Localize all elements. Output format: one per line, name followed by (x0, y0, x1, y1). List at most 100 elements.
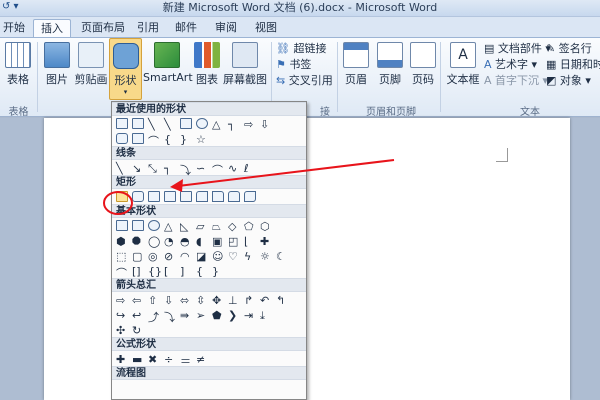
signature-button[interactable]: ✎ 签名行 (546, 42, 592, 56)
quickparts-button[interactable]: ▤ 文档部件 ▾ (484, 42, 551, 56)
curved-down-arrow-icon[interactable]: ⤵ (164, 309, 176, 324)
arrow-down-shape-icon[interactable]: ⇩ (260, 118, 272, 131)
double-arrow-line-icon[interactable]: ⤡ (148, 162, 160, 175)
vertical-textbox-shape-icon[interactable] (132, 118, 144, 129)
striped-right-arrow-icon[interactable]: ⇛ (180, 309, 192, 322)
block-arc-shape-icon[interactable]: ◠ (180, 250, 192, 263)
donut-shape-icon[interactable]: ◎ (148, 250, 160, 263)
oval-shape-icon[interactable] (148, 220, 160, 231)
tab-references[interactable]: 引用 (134, 19, 162, 37)
left-up-arrow-shape-icon[interactable]: ↰ (276, 294, 288, 307)
no-symbol-shape-icon[interactable]: ⊘ (164, 250, 176, 263)
bookmark-button[interactable]: ⚑ 书签 (276, 58, 311, 72)
down-arrow-callout-icon[interactable]: ⤓ (260, 309, 272, 322)
quad-arrow-shape-icon[interactable]: ✥ (212, 294, 224, 307)
tab-review[interactable]: 审阅 (212, 19, 240, 37)
textbox-shape-icon[interactable] (116, 118, 128, 129)
right-arrow-callout-icon[interactable]: ⇥ (244, 309, 256, 322)
double-brace-shape-icon[interactable]: {} (148, 265, 162, 278)
hyperlink-button[interactable]: ⛓ 超链接 (276, 42, 326, 56)
bracket-shape-icon[interactable]: } (180, 133, 192, 146)
triangle-shape-icon[interactable]: △ (212, 118, 224, 131)
elbow-connector-icon[interactable]: ┐ (228, 118, 240, 131)
frame-shape-icon[interactable]: ▣ (212, 235, 224, 248)
scribble-shape-icon[interactable]: ℓ (244, 162, 256, 175)
arrow-line-shape-icon[interactable]: ↘ (132, 162, 144, 175)
rounded-rectangle-shape-icon[interactable] (116, 133, 128, 144)
vertical-textbox-shape-icon[interactable] (132, 220, 144, 231)
left-right-up-arrow-icon[interactable]: ⊥ (228, 294, 240, 307)
right-bracket-shape-icon[interactable]: ] (180, 265, 192, 278)
sun-shape-icon[interactable]: ☼ (260, 250, 272, 263)
triangle-shape-icon[interactable]: △ (164, 220, 176, 233)
rounded-rectangle-shape-icon[interactable] (132, 191, 144, 202)
rectangle-shape-icon[interactable] (132, 133, 144, 144)
footer-button[interactable]: 页脚 (376, 42, 404, 87)
shapes-gallery[interactable]: 最近使用的形状 ╲ ╲ △ ┐ ⇨ ⇩ ⌒ {} ☆ 线条 ╲ ↘ ⤡ ┐ ⤵ ∽ ⌒ ∿ ℓ 矩形 基本形状… (111, 101, 307, 400)
screenshot-button[interactable]: 屏幕截图 (222, 42, 268, 87)
divide-shape-icon[interactable]: ÷ (164, 353, 176, 366)
round-snip-rectangle-icon[interactable] (196, 191, 208, 202)
textbox-shape-icon[interactable] (116, 220, 128, 231)
curve-shape-icon[interactable]: ⌒ (212, 162, 224, 177)
chart-button[interactable]: 图表 (192, 42, 222, 87)
curved-connector-icon[interactable]: ∽ (196, 162, 208, 175)
trapezoid-shape-icon[interactable]: ⏢ (212, 220, 224, 233)
up-down-arrow-shape-icon[interactable]: ⇳ (196, 294, 208, 307)
left-arrow-shape-icon[interactable]: ⇦ (132, 294, 144, 307)
l-shape-icon[interactable]: ⌊ (244, 235, 256, 248)
wordart-button[interactable]: A 艺术字 ▾ (484, 58, 537, 72)
minus-shape-icon[interactable]: ▬ (132, 353, 144, 366)
teardrop-shape-icon[interactable]: ◖ (196, 235, 208, 248)
arrow-line-shape-icon[interactable]: ╲ (164, 118, 176, 131)
elbow-arrow-connector-icon[interactable]: ⤵ (180, 162, 192, 177)
elbow-connector-icon[interactable]: ┐ (164, 162, 176, 175)
right-brace-shape-icon[interactable]: } (212, 265, 224, 278)
arc-shape-icon[interactable]: ⌒ (116, 265, 128, 280)
rectangle-shape-icon[interactable] (180, 118, 192, 129)
snip-corners-rectangle-icon[interactable] (164, 191, 176, 202)
curved-up-arrow-icon[interactable]: ⤴ (148, 309, 160, 324)
freeform-shape-icon[interactable]: ∿ (228, 162, 240, 175)
tab-mailings[interactable]: 邮件 (172, 19, 200, 37)
diagonal-snip-rectangle-icon[interactable] (180, 191, 192, 202)
parallelogram-shape-icon[interactable]: ▱ (196, 220, 208, 233)
tab-page-layout[interactable]: 页面布局 (77, 19, 129, 37)
curved-left-arrow-icon[interactable]: ↩ (132, 309, 144, 322)
not-equal-shape-icon[interactable]: ≠ (196, 353, 208, 366)
shapes-button[interactable]: 形状 ▾ (109, 38, 142, 100)
up-arrow-shape-icon[interactable]: ⇧ (148, 294, 160, 307)
crossref-button[interactable]: ⇆ 交叉引用 (276, 74, 333, 88)
pentagon-shape-icon[interactable]: ⬠ (244, 220, 256, 233)
chord-shape-icon[interactable]: ◓ (180, 235, 192, 248)
quad-arrow-callout-icon[interactable]: ✣ (116, 324, 128, 337)
down-arrow-shape-icon[interactable]: ⇩ (164, 294, 176, 307)
round-diagonal-rectangle-icon[interactable] (244, 191, 256, 202)
half-frame-shape-icon[interactable]: ◰ (228, 235, 240, 248)
pie-shape-icon[interactable]: ◔ (164, 235, 176, 248)
table-button[interactable]: 表格 (4, 42, 32, 87)
moon-shape-icon[interactable]: ☾ (276, 250, 288, 263)
hexagon-shape-icon[interactable]: ⬡ (260, 220, 272, 233)
equal-shape-icon[interactable]: ＝ (180, 353, 192, 368)
object-button[interactable]: ◩ 对象 ▾ (546, 74, 591, 88)
multiply-shape-icon[interactable]: ✖ (148, 353, 160, 366)
pentagon-arrow-icon[interactable]: ⬟ (212, 309, 224, 322)
tab-insert[interactable]: 插入 (33, 19, 71, 37)
bracket-shape-icon[interactable]: { (164, 133, 176, 146)
plus-shape-icon[interactable]: ✚ (116, 353, 128, 366)
header-button[interactable]: 页眉 (342, 42, 370, 87)
curved-right-arrow-icon[interactable]: ↪ (116, 309, 128, 322)
dropcap-button[interactable]: A 首字下沉 ▾ (484, 74, 548, 88)
curve-shape-icon[interactable]: ⌒ (148, 133, 160, 148)
snip-corner-rectangle-icon[interactable] (148, 191, 160, 202)
datetime-button[interactable]: ▦ 日期和时 (546, 58, 600, 72)
circular-arrow-icon[interactable]: ↻ (132, 324, 144, 337)
picture-button[interactable]: 图片 (42, 42, 72, 87)
oval-shape-icon[interactable] (196, 118, 208, 129)
tab-home[interactable]: 开始 (0, 19, 28, 37)
line-shape-icon[interactable]: ╲ (148, 118, 160, 131)
octagon-shape-icon[interactable]: ⯃ (132, 235, 144, 248)
lightning-bolt-shape-icon[interactable]: ϟ (244, 250, 256, 263)
decagon-shape-icon[interactable]: ◯ (148, 235, 160, 248)
